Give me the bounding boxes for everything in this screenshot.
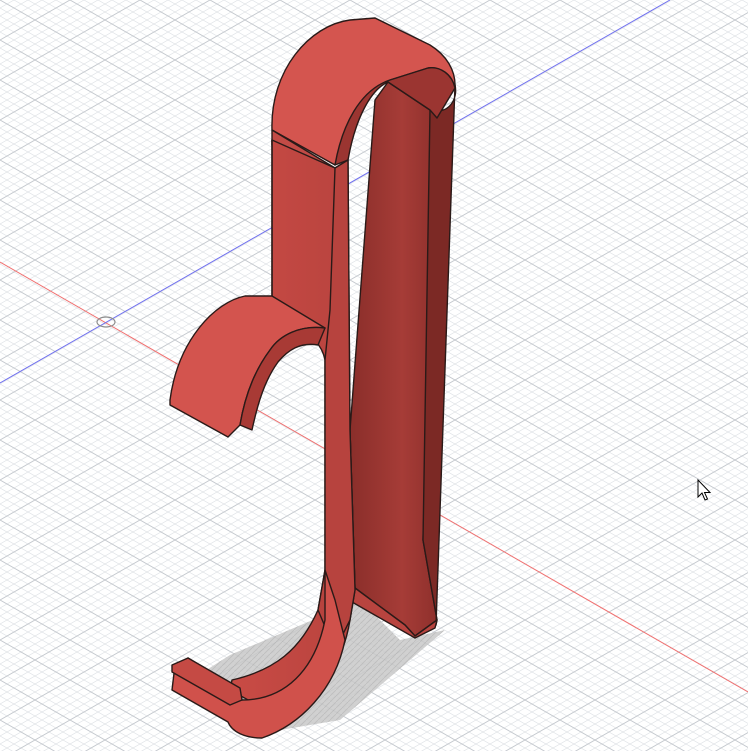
3d-viewport[interactable] (0, 0, 748, 751)
